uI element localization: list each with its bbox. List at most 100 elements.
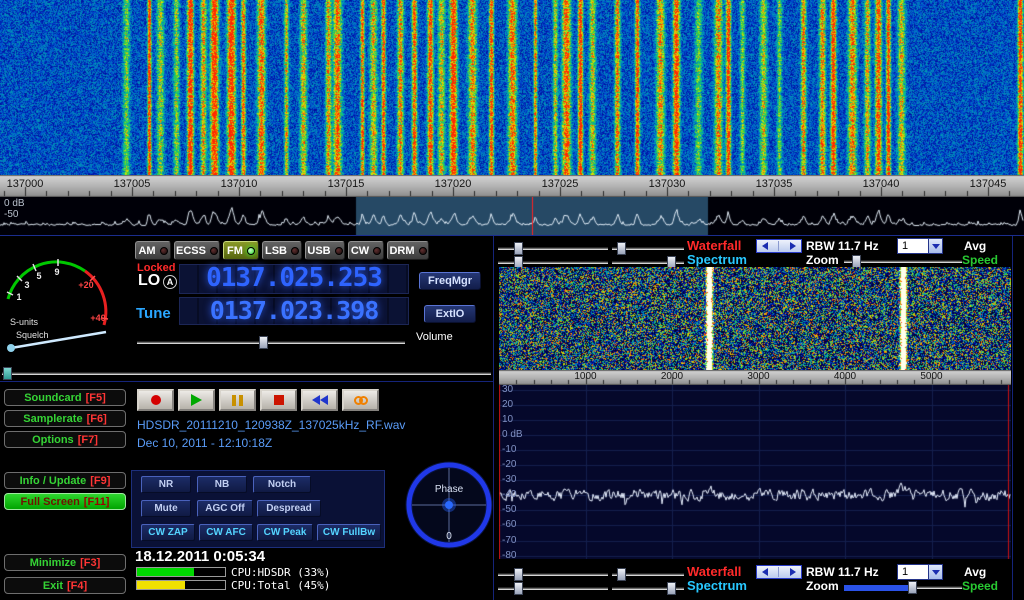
tune-label: Tune — [136, 305, 171, 322]
mode-led-icon — [160, 247, 168, 255]
freq-ruler-label: 137020 — [435, 178, 472, 190]
mode-button-cw[interactable]: CW — [348, 241, 384, 260]
main-spectrum-display[interactable]: 0 dB -50 — [0, 197, 1024, 235]
slider-thumb[interactable] — [3, 367, 12, 380]
cw-afc-button[interactable]: CW AFC — [199, 524, 253, 541]
samplerate-button[interactable]: Samplerate[F6] — [4, 410, 126, 427]
nb-button[interactable]: NB — [197, 476, 247, 493]
local-datetime: 18.12.2011 0:05:34 — [135, 548, 265, 565]
zoom-frequency-ruler[interactable]: 10002000300040005000 — [499, 370, 1011, 385]
mode-led-icon — [419, 247, 427, 255]
db-scale-labels: 3020100 dB-10-20-30-40-50-60-70-80 — [499, 385, 1011, 559]
divider — [0, 235, 1024, 236]
exit-button[interactable]: Exit[F4] — [4, 577, 126, 594]
arrow-right-icon[interactable] — [790, 568, 796, 576]
db-scale-label: 10 — [502, 415, 513, 425]
speed-label-bottom: Speed — [962, 580, 998, 593]
slider-track[interactable] — [137, 341, 405, 344]
waterfall-contrast-slider-top[interactable] — [612, 242, 684, 255]
menu-key: [F9] — [90, 475, 110, 487]
freq-ruler-label: 137000 — [7, 178, 44, 190]
arrow-left-icon[interactable] — [762, 568, 768, 576]
play-button[interactable] — [178, 389, 215, 411]
shift-control-bottom[interactable] — [756, 565, 802, 579]
agc-off-button[interactable]: AGC Off — [197, 500, 253, 517]
soundcard-button[interactable]: Soundcard[F5] — [4, 389, 126, 406]
mode-label: CW — [351, 245, 369, 257]
cw-zap-button[interactable]: CW ZAP — [141, 524, 195, 541]
slider-thumb[interactable] — [259, 336, 268, 349]
ruler-labels: 10002000300040005000 — [499, 370, 1011, 385]
speed-label-top: Speed — [962, 254, 998, 267]
db-scale-label: -80 — [502, 551, 516, 561]
info-update-button[interactable]: Info / Update[F9] — [4, 472, 126, 489]
slider-track[interactable] — [2, 372, 491, 375]
squelch-slider[interactable] — [2, 367, 491, 380]
dropdown-arrow-icon[interactable] — [928, 565, 942, 579]
freqmgr-button[interactable]: FreqMgr — [419, 272, 481, 290]
db-scale-label: -10 — [502, 445, 516, 455]
zoom-slider-bottom[interactable] — [844, 581, 962, 594]
lo-frequency-display[interactable]: 0137.025.253 — [179, 264, 409, 294]
waterfall-brightness-slider-top[interactable] — [498, 242, 608, 255]
options-button[interactable]: Options[F7] — [4, 431, 126, 448]
dropdown-arrow-icon[interactable] — [928, 239, 942, 253]
cw-peak-button[interactable]: CW Peak — [257, 524, 313, 541]
rewind-button[interactable] — [301, 389, 338, 411]
waterfall-label-bottom[interactable]: Waterfall — [687, 565, 741, 578]
spectrum-label-top[interactable]: Spectrum — [687, 253, 747, 266]
avg-select-top[interactable]: 1 — [897, 238, 943, 254]
record-button[interactable] — [137, 389, 174, 411]
freq-ruler-label: 137015 — [328, 178, 365, 190]
menu-label: Exit — [43, 580, 63, 592]
db-scale-label: -70 — [502, 536, 516, 546]
zoom-spectrum-display[interactable]: 3020100 dB-10-20-30-40-50-60-70-80 — [499, 385, 1011, 559]
main-waterfall-display[interactable] — [0, 0, 1024, 175]
lock-badge-icon[interactable]: A — [163, 275, 177, 289]
spectrum-label-bottom[interactable]: Spectrum — [687, 579, 747, 592]
zoom-label-bottom: Zoom — [806, 580, 839, 593]
fullscreen-button[interactable]: Full Screen[F11] — [4, 493, 126, 510]
main-frequency-ruler[interactable]: 1370001370051370101370151370201370251370… — [0, 175, 1024, 197]
rbw-readout-bottom: RBW 11.7 Hz — [806, 566, 879, 579]
pause-button[interactable] — [219, 389, 256, 411]
tune-frequency-display[interactable]: 0137.023.398 — [179, 297, 409, 325]
freq-ruler-label: 2000 — [661, 371, 683, 382]
divider — [1012, 236, 1013, 600]
mode-button-usb[interactable]: USB — [305, 241, 345, 260]
waterfall-contrast-slider-bottom[interactable] — [612, 568, 684, 581]
notch-button[interactable]: Notch — [253, 476, 311, 493]
shift-control-top[interactable] — [756, 239, 802, 253]
cw-fullbw-button[interactable]: CW FullBw — [317, 524, 381, 541]
stop-button[interactable] — [260, 389, 297, 411]
mode-button-fm[interactable]: FM — [223, 241, 259, 260]
freq-ruler-label: 137010 — [221, 178, 258, 190]
arrow-right-icon[interactable] — [790, 242, 796, 250]
waterfall-label-top[interactable]: Waterfall — [687, 239, 741, 252]
freq-ruler-label: 137005 — [114, 178, 151, 190]
spectrum-contrast-slider-bottom[interactable] — [612, 582, 684, 595]
mode-button-lsb[interactable]: LSB — [262, 241, 302, 260]
db-scale-label: -40 — [502, 490, 516, 500]
zoom-waterfall-display[interactable] — [499, 267, 1011, 370]
stop-icon — [274, 395, 284, 405]
mode-led-icon — [210, 247, 218, 255]
waterfall-brightness-slider-bottom[interactable] — [498, 568, 608, 581]
volume-slider[interactable] — [137, 336, 405, 349]
arrow-left-icon[interactable] — [762, 242, 768, 250]
nr-button[interactable]: NR — [141, 476, 191, 493]
mode-button-am[interactable]: AM — [135, 241, 171, 260]
avg-value: 1 — [898, 239, 928, 253]
menu-label: Options — [32, 434, 74, 446]
mode-button-ecss[interactable]: ECSS — [174, 241, 220, 260]
minimize-button[interactable]: Minimize[F3] — [4, 554, 126, 571]
avg-select-bottom[interactable]: 1 — [897, 564, 943, 580]
spectrum-brightness-slider-bottom[interactable] — [498, 582, 608, 595]
mute-button[interactable]: Mute — [141, 500, 191, 517]
mode-label: USB — [307, 245, 330, 257]
loop-button[interactable] — [342, 389, 379, 411]
meter-tick-label: 1 — [16, 292, 21, 302]
mode-button-drm[interactable]: DRM — [387, 241, 429, 260]
despread-button[interactable]: Despread — [257, 500, 321, 517]
extio-button[interactable]: ExtIO — [424, 305, 476, 323]
